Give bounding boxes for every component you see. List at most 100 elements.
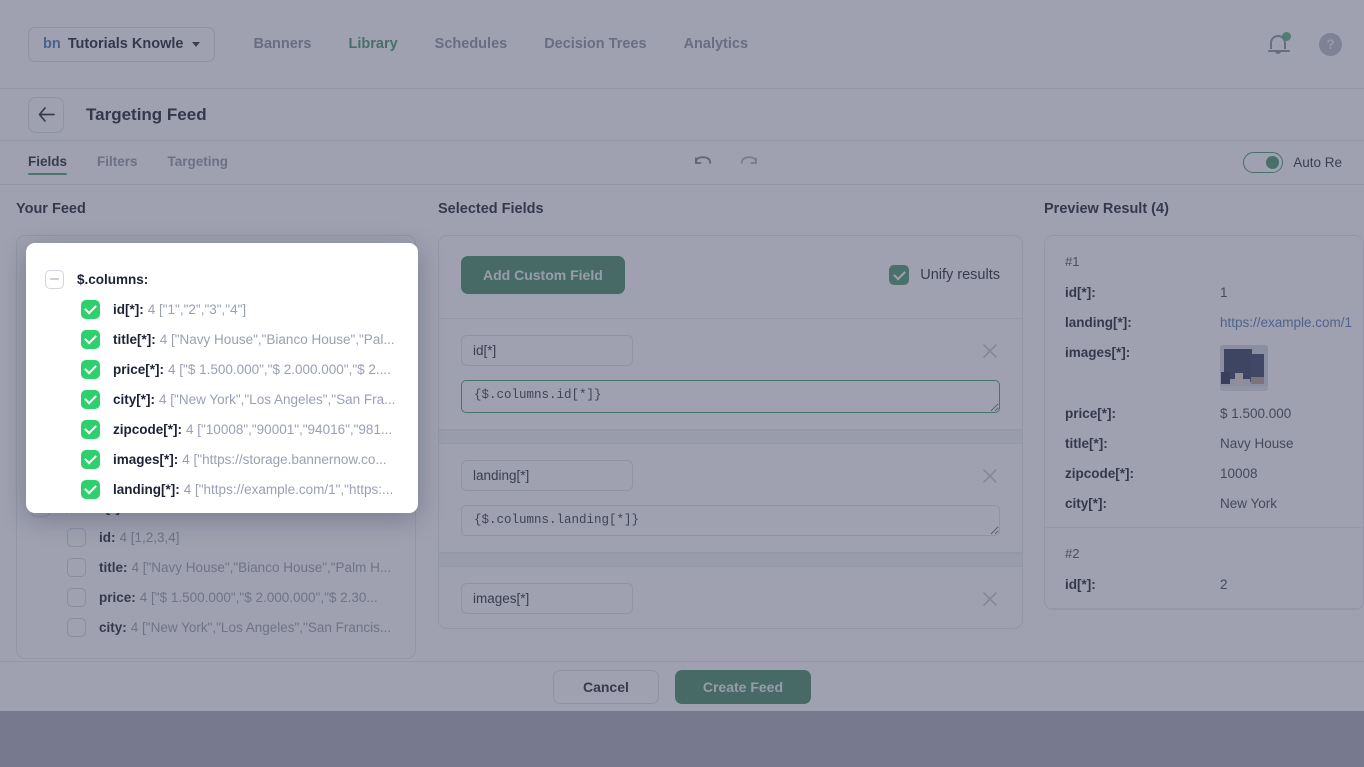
tree-item-key: price[*]:	[113, 361, 165, 377]
preview-field-row: title[*]: Navy House	[1065, 436, 1343, 451]
unify-results-label: Unify results	[920, 267, 1000, 283]
preview-field-row: city[*]: New York	[1065, 496, 1343, 511]
notification-dot-badge	[1282, 31, 1291, 41]
tree-item-key: title:	[99, 559, 128, 575]
back-button[interactable]	[28, 96, 64, 133]
tree-item[interactable]: city[*]:4 ["New York","Los Angeles","San…	[45, 384, 399, 414]
field-expression-wrap: {$.columns.id[*]}	[439, 380, 1022, 429]
workspace-selector[interactable]: bn Tutorials Knowle	[28, 26, 216, 62]
checkbox-landing[interactable]	[81, 479, 100, 499]
checkbox-images[interactable]	[81, 449, 100, 469]
preview-result-title: Preview Result (4)	[1044, 201, 1169, 217]
history-controls	[693, 154, 759, 172]
field-name-input[interactable]	[461, 335, 633, 366]
tree-item[interactable]: images[*]:4 ["https://storage.bannernow.…	[45, 444, 399, 474]
tree-node-columns-highlight[interactable]: $.columns:	[45, 264, 399, 294]
preview-field-link[interactable]: https://example.com/1	[1220, 315, 1352, 330]
tab-filters[interactable]: Filters	[97, 154, 138, 172]
help-circle-icon[interactable]: ?	[1319, 32, 1342, 56]
tab-fields[interactable]: Fields	[28, 154, 68, 175]
selected-field-row: {$.columns.id[*]}	[439, 319, 1022, 430]
preview-item-index: #1	[1065, 254, 1080, 269]
redo-icon[interactable]	[738, 154, 759, 172]
preview-field-key: images[*]:	[1065, 345, 1131, 360]
nav-right-actions: ?	[1268, 31, 1342, 56]
auto-refresh-toggle[interactable]	[1243, 152, 1284, 173]
field-expression-input[interactable]: {$.columns.id[*]}	[461, 380, 1000, 413]
checkbox-price[interactable]	[81, 359, 100, 379]
notifications-button[interactable]	[1268, 31, 1291, 56]
checkbox-zipcode[interactable]	[81, 419, 100, 439]
tree-item-value: 4 ["1","2","3","4"]	[147, 301, 247, 317]
undo-icon[interactable]	[693, 154, 714, 172]
field-divider	[439, 553, 1022, 567]
preview-item: #2 id[*]: 2	[1045, 528, 1363, 609]
top-navigation-bar: bn Tutorials Knowle Banners Library Sche…	[0, 0, 1364, 89]
selected-fields-column: Selected Fields Add Custom Field Unify r…	[438, 201, 1023, 629]
selected-field-row	[439, 567, 1022, 628]
preview-field-value: $ 1.500.000	[1220, 406, 1292, 421]
checkbox-title[interactable]	[81, 329, 100, 349]
nav-link-library[interactable]: Library	[349, 36, 398, 52]
field-name-input[interactable]	[461, 583, 633, 614]
feed-tree-spotlight-popover: $.columns: id[*]: 4 ["1","2","3","4"] tit…	[26, 243, 418, 513]
tree-item[interactable]: id[*]:4 ["1","2","3","4"]	[45, 294, 399, 324]
page-header: Targeting Feed	[0, 89, 1364, 141]
nav-link-analytics[interactable]: Analytics	[684, 36, 748, 52]
tree-item-value: 4 ["New York","Los Angeles","San Francis…	[130, 619, 392, 635]
remove-field-icon[interactable]	[980, 589, 1000, 609]
tree-item[interactable]: landing[*]:4 ["https://example.com/1","h…	[45, 474, 399, 504]
page-title: Targeting Feed	[86, 104, 207, 124]
checkbox-rows-id[interactable]	[67, 527, 86, 547]
tree-item[interactable]: id: 4 [1,2,3,4]	[31, 522, 401, 552]
preview-result-card: #1 id[*]: 1 landing[*]: https://example.…	[1044, 235, 1364, 610]
nav-link-decision-trees[interactable]: Decision Trees	[544, 36, 646, 52]
tree-item[interactable]: title: 4 ["Navy House","Bianco House","Pa…	[31, 552, 401, 582]
auto-refresh-control[interactable]: Auto Re	[1243, 152, 1342, 173]
tree-item[interactable]: city: 4 ["New York","Los Angeles","San Fr…	[31, 612, 401, 642]
add-custom-field-button[interactable]: Add Custom Field	[461, 256, 625, 294]
preview-field-key: title[*]:	[1065, 436, 1108, 451]
primary-nav-links: Banners Library Schedules Decision Trees…	[253, 36, 748, 52]
cancel-button[interactable]: Cancel	[552, 669, 659, 704]
tree-item-key: images[*]:	[113, 451, 179, 467]
checkbox-city[interactable]	[81, 389, 100, 409]
selected-field-header	[439, 567, 1022, 628]
preview-field-key: price[*]:	[1065, 406, 1117, 421]
checkbox-rows-price[interactable]	[67, 587, 86, 607]
selected-fields-title: Selected Fields	[438, 201, 544, 217]
checkbox-id[interactable]	[81, 299, 100, 319]
tree-item-key: landing[*]:	[113, 481, 180, 497]
unify-results-control[interactable]: Unify results	[889, 265, 1000, 285]
tree-item-value: 4 ["10008","90001","94016","981...	[186, 421, 393, 437]
create-feed-button[interactable]: Create Feed	[674, 669, 812, 704]
selected-field-header	[439, 444, 1022, 505]
preview-field-row: id[*]: 1	[1065, 285, 1343, 300]
field-name-input[interactable]	[461, 460, 633, 491]
nav-link-schedules[interactable]: Schedules	[435, 36, 508, 52]
tree-item-value: 4 ["$ 1.500.000","$ 2.000.000","$ 2.30..…	[139, 589, 378, 605]
unify-results-checkbox[interactable]	[889, 265, 910, 285]
tree-item-value: 4 ["$ 1.500.000","$ 2.000.000","$ 2....	[168, 361, 391, 377]
workspace-name: Tutorials Knowle	[67, 36, 184, 52]
tree-item[interactable]: price[*]:4 ["$ 1.500.000","$ 2.000.000",…	[45, 354, 399, 384]
feed-tree-highlighted: $.columns: id[*]: 4 ["1","2","3","4"] tit…	[29, 246, 415, 504]
tree-item[interactable]: title[*]:4 ["Navy House","Bianco House",…	[45, 324, 399, 354]
tab-targeting[interactable]: Targeting	[168, 154, 229, 172]
preview-field-key: landing[*]:	[1065, 315, 1132, 330]
nav-link-banners[interactable]: Banners	[253, 36, 311, 52]
tree-item-key: title[*]:	[113, 331, 156, 347]
tree-item-key: city:	[99, 619, 127, 635]
tree-item-value: 4 [1,2,3,4]	[119, 529, 180, 545]
checkbox-rows-title[interactable]	[67, 557, 86, 577]
field-expression-input[interactable]: {$.columns.landing[*]}	[461, 505, 1000, 536]
tree-item[interactable]: price: 4 ["$ 1.500.000","$ 2.000.000","$ …	[31, 582, 401, 612]
tree-item-key: id[*]:	[113, 301, 144, 317]
tree-item[interactable]: zipcode[*]:4 ["10008","90001","94016","9…	[45, 414, 399, 444]
remove-field-icon[interactable]	[980, 466, 1000, 486]
preview-field-row: id[*]: 2	[1065, 577, 1343, 592]
preview-image-thumbnail	[1220, 345, 1268, 391]
remove-field-icon[interactable]	[980, 341, 1000, 361]
checkbox-columns[interactable]	[45, 269, 64, 289]
checkbox-rows-city[interactable]	[67, 617, 86, 637]
